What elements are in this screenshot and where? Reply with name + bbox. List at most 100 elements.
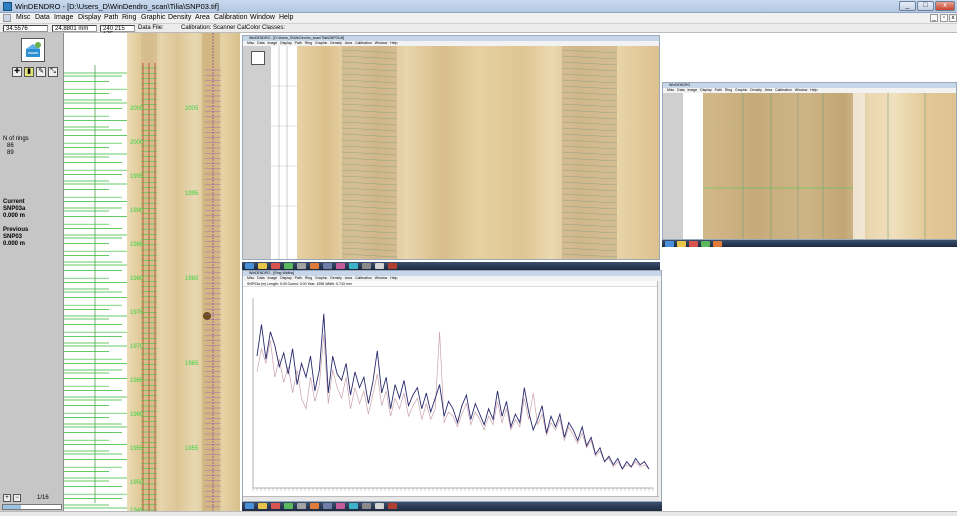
browser-icon: [271, 263, 280, 269]
app-icon: [323, 263, 332, 269]
app-icon: [349, 503, 358, 509]
mdi-restore-button[interactable]: ▫: [940, 14, 948, 22]
app-icon: [362, 263, 371, 269]
n-rings-label: N of rings: [3, 136, 29, 142]
mdi-close-button[interactable]: x: [949, 14, 957, 22]
zoom-out-button[interactable]: −: [13, 494, 21, 502]
menu-data[interactable]: Data: [35, 14, 50, 21]
minimize-button[interactable]: _: [899, 1, 916, 11]
window-title: WinDENDRO - [D:\Users_D\WinDendro_scan\T…: [15, 2, 219, 11]
year-label: 1960: [130, 412, 144, 418]
ring-width-series-line: [256, 331, 650, 470]
menu-path[interactable]: Path: [104, 14, 118, 21]
app-icon: [388, 503, 397, 509]
page-scrollbar[interactable]: [2, 504, 62, 510]
year-label: 1965: [185, 361, 199, 367]
menu-calibration[interactable]: Calibration: [214, 14, 247, 21]
graph-info-line: SNP03a (m) Length: 0.00 Cumul: 0.00 Year…: [243, 281, 661, 287]
nested-graph-window[interactable]: WinDENDRO - [Ring Widths] Misc Data Imag…: [242, 270, 662, 502]
year-label: 1980: [130, 276, 144, 282]
zoom-in-button[interactable]: +: [3, 494, 11, 502]
current-name: SNP03a: [3, 206, 26, 212]
page-indicator: 1/16: [37, 495, 49, 501]
menu-window[interactable]: Window: [250, 14, 275, 21]
app-icon: [297, 263, 306, 269]
document-icon[interactable]: [3, 14, 11, 22]
app-icon: [375, 263, 384, 269]
browser-icon: [271, 503, 280, 509]
app-icon: [362, 503, 371, 509]
app-icon: [349, 263, 358, 269]
year-label: 1970: [130, 344, 144, 350]
menu-display[interactable]: Display: [78, 14, 101, 21]
menu-ring[interactable]: Ring: [122, 14, 136, 21]
close-button[interactable]: x: [935, 1, 955, 11]
pen-tool-icon[interactable]: ✎: [36, 67, 46, 77]
app-icon: [323, 503, 332, 509]
menu-image[interactable]: Image: [54, 14, 73, 21]
year-label: 1975: [130, 310, 144, 316]
ring-width-lines: [64, 33, 127, 516]
browser-icon: [689, 241, 698, 247]
nested-taskbar-right: [662, 240, 957, 247]
menu-misc[interactable]: Misc: [16, 14, 30, 21]
nested-screenshot-top-right[interactable]: WinDENDRO Misc Data Image Display Path R…: [662, 82, 957, 240]
left-panel: ✚ ▮ ✎ ⤡ N of rings 86 89 Current SNP03a …: [0, 33, 64, 516]
menu-area[interactable]: Area: [195, 14, 210, 21]
current-label: Current: [3, 199, 25, 205]
length-field: 24.8801 mm: [52, 25, 97, 32]
menu-density[interactable]: Density: [168, 14, 191, 21]
menu-help[interactable]: Help: [279, 14, 293, 21]
app-icon: [388, 263, 397, 269]
year-label: 2000: [130, 140, 144, 146]
maximize-button[interactable]: □: [917, 1, 934, 11]
app-icon: [310, 263, 319, 269]
nested-left-panel: [663, 93, 683, 239]
folder-icon: [258, 503, 267, 509]
app-icon: [701, 241, 710, 247]
ring-tool-icon[interactable]: ▮: [24, 67, 34, 77]
start-icon: [245, 263, 254, 269]
menu-bar: Misc Data Image Display Path Ring Graphi…: [0, 13, 957, 24]
data-file-label: Data File:: [138, 25, 164, 31]
app-icon: [336, 263, 345, 269]
n-rings-value-2: 89: [7, 150, 14, 156]
zoom-tool-icon[interactable]: ⤡: [48, 67, 58, 77]
nested-core-closeup: [703, 93, 956, 239]
ring-width-series-line: [256, 313, 650, 470]
year-label: 1955: [185, 446, 199, 452]
graph-horizontal-scrollbar[interactable]: [243, 496, 659, 501]
page-scrollbar-thumb[interactable]: [3, 505, 21, 509]
year-label: 1955: [130, 446, 144, 452]
year-label: 1995: [185, 191, 199, 197]
previous-value: 0.000 m: [3, 241, 26, 247]
menu-graphic[interactable]: Graphic: [141, 14, 166, 21]
current-value: 0.000 m: [3, 213, 26, 219]
year-label: 1980: [185, 276, 199, 282]
n-rings-value-1: 86: [7, 143, 14, 149]
ring-width-chart: [252, 298, 654, 491]
main-horizontal-scrollbar[interactable]: [0, 511, 957, 516]
app-icon: [375, 503, 384, 509]
year-label: 1995: [130, 174, 144, 180]
year-label: 1985: [130, 242, 144, 248]
nested-screenshot-top-middle[interactable]: WinDENDRO - [D:\Users_D\WinDendro_scan\T…: [242, 35, 660, 260]
year-label: 1950: [130, 480, 144, 486]
path-tool-icon[interactable]: [21, 38, 45, 62]
nested-taskbar: [242, 262, 660, 270]
title-bar: WinDENDRO - [D:\Users_D\WinDendro_scan\T…: [0, 0, 957, 13]
nested-core-image: [297, 46, 659, 259]
x-coordinate-field: 34.5576: [3, 25, 48, 32]
nested-ring-lines: [271, 46, 297, 259]
nested-tool-icon: [251, 51, 265, 65]
mdi-minimize-button[interactable]: _: [930, 14, 938, 22]
windendro-app-icon[interactable]: [3, 2, 12, 11]
app-icon: [336, 503, 345, 509]
ring-boundary-lines: [64, 72, 127, 509]
nested-left-panel: [243, 46, 271, 259]
folder-icon: [677, 241, 686, 247]
move-tool-icon[interactable]: ✚: [12, 67, 22, 77]
wood-core-image[interactable]: 2005 2000 1995 1990 1985 1980 1975 1970 …: [127, 33, 240, 516]
rgb-field: 240 215 175: [100, 25, 135, 38]
app-icon: [297, 503, 306, 509]
